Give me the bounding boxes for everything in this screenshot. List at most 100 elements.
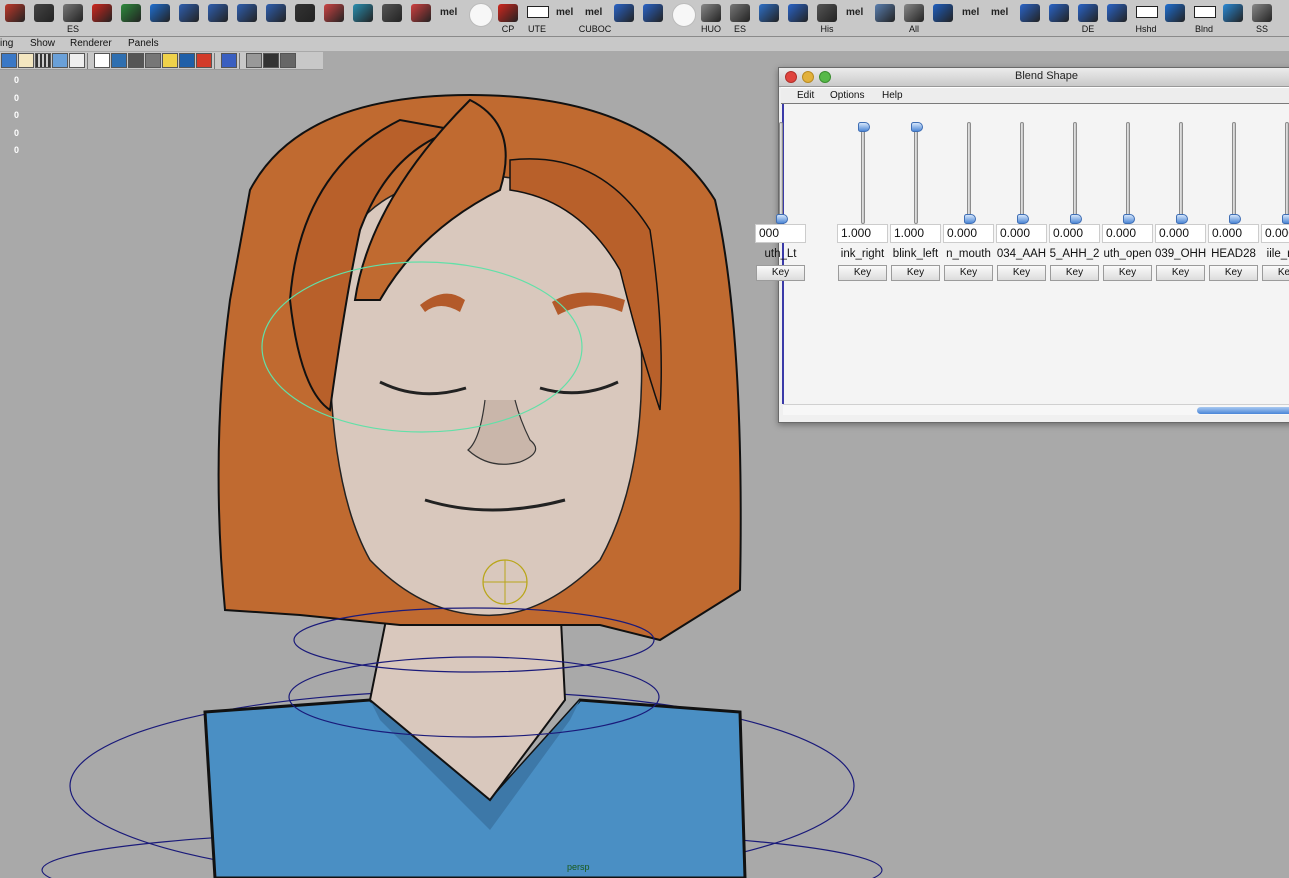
hud-icon[interactable] [280, 53, 296, 68]
shelf-button[interactable] [146, 0, 174, 34]
slider-value-field[interactable]: 0.000 [1208, 224, 1259, 243]
slider-value-field[interactable]: 0.000 [1102, 224, 1153, 243]
shelf-button[interactable] [175, 0, 203, 34]
menu-item-panels[interactable]: Panels [128, 38, 159, 49]
key-button[interactable]: Key [1103, 265, 1152, 281]
slider-thumb[interactable] [1070, 214, 1082, 224]
shelf-button[interactable] [378, 0, 406, 34]
shelf-button[interactable] [30, 0, 58, 34]
menu-edit[interactable]: Edit [797, 90, 814, 101]
slider-track[interactable] [1232, 122, 1236, 224]
shelf-button[interactable] [871, 0, 899, 34]
shaded-cube-icon[interactable] [128, 53, 144, 68]
slider-thumb[interactable] [964, 214, 976, 224]
menu-item-renderer[interactable]: Renderer [70, 38, 112, 49]
shelf-button[interactable] [233, 0, 261, 34]
shelf-button[interactable] [407, 0, 435, 34]
slider-thumb[interactable] [858, 122, 870, 132]
shelf-button[interactable]: SS [1248, 0, 1276, 34]
shelf-button[interactable]: Blnd [1190, 0, 1218, 34]
shelf-button[interactable]: mel [958, 0, 986, 34]
shelf-button[interactable] [88, 0, 116, 34]
shelf-button[interactable] [204, 0, 232, 34]
slider-track[interactable] [1179, 122, 1183, 224]
slider-track[interactable] [967, 122, 971, 224]
menu-help[interactable]: Help [882, 90, 903, 101]
view-icon[interactable] [52, 53, 68, 68]
textured-icon[interactable] [145, 53, 161, 68]
shelf-button[interactable] [639, 0, 667, 34]
slider-thumb[interactable] [1229, 214, 1241, 224]
resolution-gate-icon[interactable] [263, 53, 279, 68]
slider-value-field[interactable]: 1.000 [837, 224, 888, 243]
shelf-button[interactable] [320, 0, 348, 34]
shelf-button[interactable] [1161, 0, 1189, 34]
slider-value-field[interactable]: 000 [755, 224, 806, 243]
shelf-button[interactable] [291, 0, 319, 34]
light-icon[interactable] [18, 53, 34, 68]
slider-thumb[interactable] [1176, 214, 1188, 224]
shelf-button[interactable] [1, 0, 29, 34]
isolate-icon[interactable] [221, 53, 237, 68]
shelf-button[interactable]: HUO [697, 0, 725, 34]
shelf-button[interactable] [1045, 0, 1073, 34]
shelf-button[interactable] [610, 0, 638, 34]
shelf-button[interactable] [929, 0, 957, 34]
shelf-button[interactable] [465, 0, 493, 34]
shelf-button[interactable]: DE [1074, 0, 1102, 34]
slider-track[interactable] [779, 122, 783, 224]
shelf-button[interactable] [668, 0, 696, 34]
key-button[interactable]: Key [1050, 265, 1099, 281]
slider-thumb[interactable] [776, 214, 788, 224]
shadow-cube-icon[interactable] [179, 53, 195, 68]
slider-track[interactable] [1020, 122, 1024, 224]
film-gate-icon[interactable] [69, 53, 85, 68]
slider-value-field[interactable]: 0.000 [1155, 224, 1206, 243]
slider-thumb[interactable] [1017, 214, 1029, 224]
shelf-button[interactable] [1219, 0, 1247, 34]
menu-options[interactable]: Options [830, 90, 864, 101]
key-button[interactable]: Key [838, 265, 887, 281]
slider-track[interactable] [1126, 122, 1130, 224]
grid-icon[interactable] [35, 53, 51, 68]
key-button[interactable]: Key [944, 265, 993, 281]
key-button[interactable]: Key [1262, 265, 1289, 281]
shelf-button[interactable]: mel [552, 0, 580, 34]
slider-thumb[interactable] [911, 122, 923, 132]
slider-thumb[interactable] [1123, 214, 1135, 224]
shelf-button[interactable] [1016, 0, 1044, 34]
window-titlebar[interactable]: Blend Shape [779, 68, 1289, 87]
shelf-button[interactable] [755, 0, 783, 34]
shelf-button[interactable]: ES [59, 0, 87, 34]
key-button[interactable]: Key [756, 265, 805, 281]
smooth-shade-icon[interactable] [111, 53, 127, 68]
shelf-button[interactable]: mel [842, 0, 870, 34]
slider-track[interactable] [861, 122, 865, 224]
slider-thumb[interactable] [1282, 214, 1289, 224]
slider-track[interactable] [1285, 122, 1289, 224]
shelf-button[interactable] [262, 0, 290, 34]
shelf-button[interactable]: Hshd [1132, 0, 1160, 34]
slider-value-field[interactable]: 0.000 [1261, 224, 1289, 243]
slider-value-field[interactable]: 0.000 [1049, 224, 1100, 243]
shelf-button[interactable]: His [813, 0, 841, 34]
shelf-button[interactable]: mel [436, 0, 464, 34]
shelf-button[interactable]: mel CUBOC [579, 0, 612, 34]
shelf-button[interactable]: All [900, 0, 928, 34]
menu-item-lighting[interactable]: ing [0, 38, 13, 49]
slider-track[interactable] [1073, 122, 1077, 224]
shelf-button[interactable]: UTE [523, 0, 551, 34]
key-button[interactable]: Key [997, 265, 1046, 281]
shelf-button[interactable]: ES [726, 0, 754, 34]
key-button[interactable]: Key [891, 265, 940, 281]
wireframe-icon[interactable] [94, 53, 110, 68]
menu-item-show[interactable]: Show [30, 38, 55, 49]
slider-track[interactable] [914, 122, 918, 224]
shelf-button[interactable] [117, 0, 145, 34]
horizontal-scrollbar[interactable] [783, 404, 1289, 415]
scrollbar-thumb[interactable] [1197, 407, 1289, 414]
shelf-button[interactable] [784, 0, 812, 34]
key-button[interactable]: Key [1156, 265, 1205, 281]
camera-icon[interactable] [1, 53, 17, 68]
red-cube-icon[interactable] [196, 53, 212, 68]
